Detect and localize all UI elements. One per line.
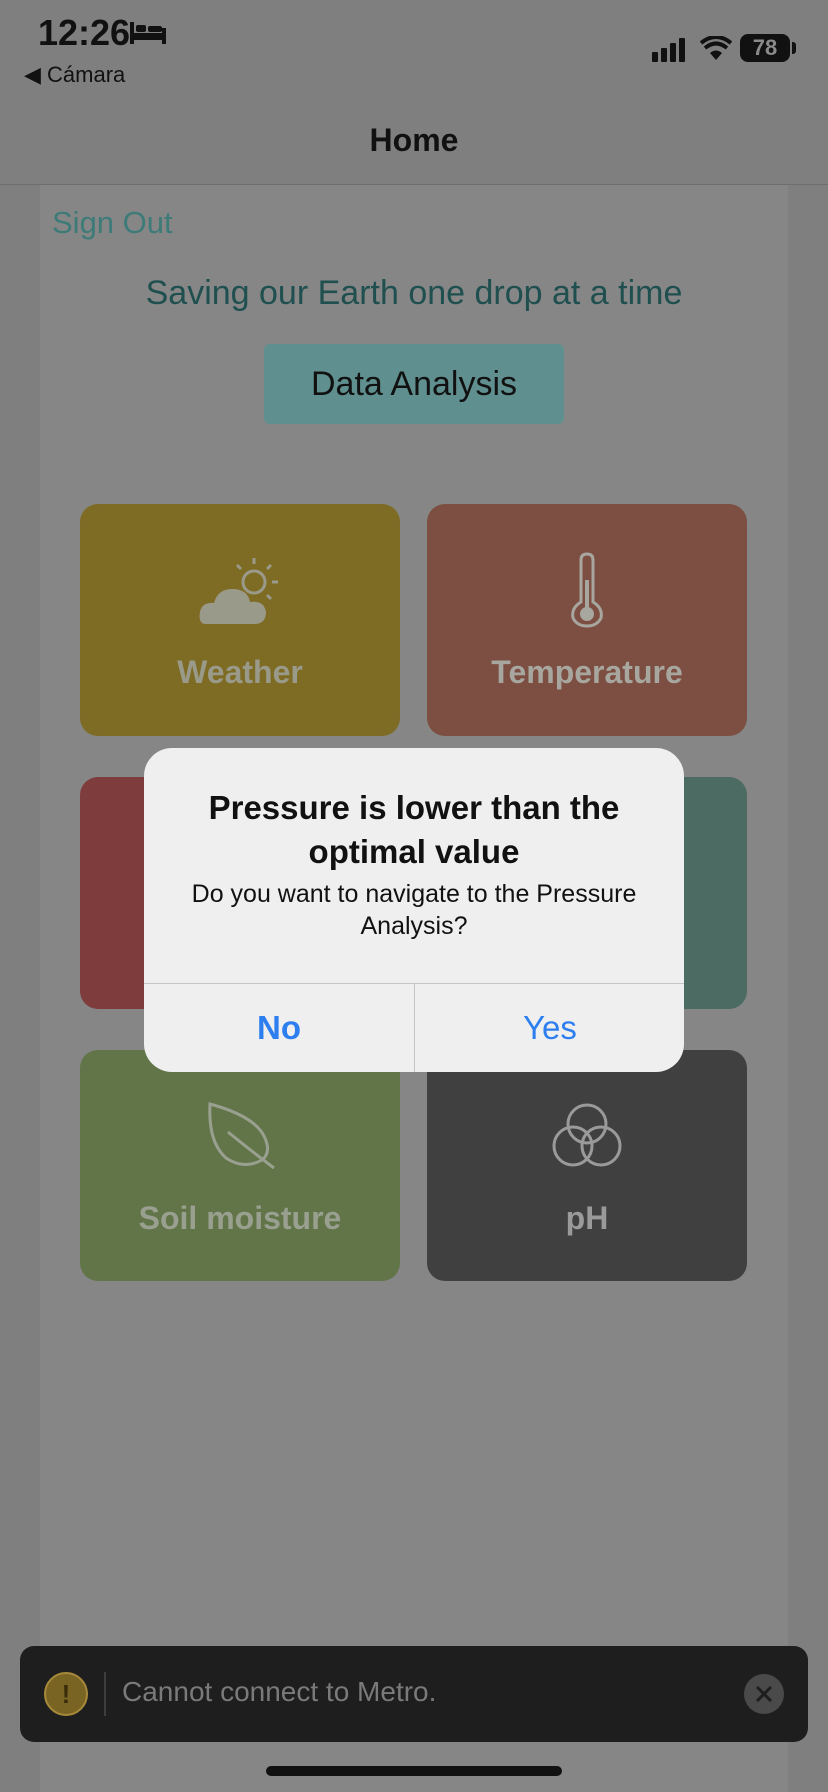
bed-icon [130,22,166,44]
no-button[interactable]: No [144,984,414,1072]
tile-label: Weather [177,654,303,690]
tile-label: Soil moisture [138,1200,342,1236]
toast-divider [104,1672,106,1716]
back-to-app-link[interactable]: ◀ Cámara [24,62,125,88]
dialog-message: Do you want to navigate to the Pressure … [191,880,637,940]
tile-weather[interactable]: Weather [80,504,400,736]
data-analysis-button[interactable]: Data Analysis [264,344,564,424]
tile-label: pH [565,1200,609,1236]
battery-level: 78 [740,34,790,62]
sign-out-link[interactable]: Sign Out [52,205,173,241]
tile-temperature[interactable]: Temperature [427,504,747,736]
toast-message: Cannot connect to Metro. [122,1676,437,1707]
home-indicator[interactable] [266,1766,562,1776]
dialog-title: Pressure is lower than the optimal value [208,789,620,870]
status-bar: 12:26 ◀ Cámara 78 [0,0,828,100]
leaf-icon [208,1102,275,1170]
status-time: 12:26 [38,12,131,53]
tagline: Saving our Earth one drop at a time [145,274,683,312]
page-title: Home [369,122,459,158]
thermometer-icon [571,552,603,628]
tile-label: Temperature [491,654,683,690]
tile-ph[interactable]: pH [427,1050,747,1281]
navigation-header: Home [0,100,828,185]
battery-icon [792,42,796,54]
metro-error-toast[interactable]: ! Cannot connect to Metro. [20,1646,808,1742]
wifi-icon [700,36,732,60]
warning-icon: ! [44,1672,88,1716]
close-icon[interactable] [744,1674,784,1714]
partly-cloudy-icon [199,558,278,624]
cellular-signal-icon [652,38,685,62]
yes-button[interactable]: Yes [415,984,684,1072]
overlapping-circles-icon [552,1103,622,1167]
tile-soil-moisture[interactable]: Soil moisture [80,1050,400,1281]
alert-dialog: Pressure is lower than the optimal value… [144,748,684,1072]
